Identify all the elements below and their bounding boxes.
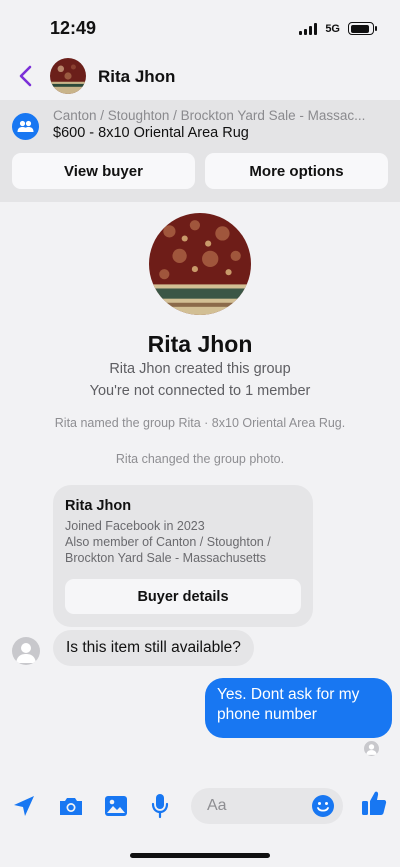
group-photo[interactable] [149,213,251,315]
message-input[interactable]: Aa [191,788,343,824]
chat-header: Rita Jhon [0,56,400,98]
network-label: 5G [325,22,340,35]
listing-banner: Canton / Stoughton / Brockton Yard Sale … [0,100,400,202]
gallery-button[interactable] [102,792,130,820]
camera-button[interactable] [57,792,85,820]
message-composer: Aa [0,786,400,826]
chat-title[interactable]: Rita Jhon [98,67,175,87]
message-input-placeholder: Aa [207,797,227,814]
system-message: Rita named the group Rita · 8x10 Orienta… [54,416,346,430]
system-message: Rita changed the group photo. [115,452,285,466]
signal-icon [299,22,318,35]
emoji-button[interactable] [311,794,335,818]
group-name: Rita Jhon [147,331,253,357]
send-location-button[interactable] [10,792,38,820]
read-receipt-avatar [364,741,379,756]
group-people-icon [12,113,39,140]
buyer-membership-group: Brockton Yard Sale - Massachusetts [65,551,267,565]
home-indicator[interactable] [130,853,270,858]
incoming-message[interactable]: Is this item still available? [53,630,254,666]
connection-status-text: You're not connected to 1 member [89,383,311,399]
listing-group-name: Canton / Stoughton / Brockton Yard Sale … [53,108,366,123]
group-created-text: Rita Jhon created this group [109,361,291,377]
location-arrow-icon [14,796,34,816]
group-avatar[interactable] [50,58,86,94]
status-time: 12:49 [50,18,97,38]
status-indicators: 5G [299,22,377,35]
thumbs-up-icon [362,791,387,815]
more-options-button[interactable]: More options [205,153,388,189]
outgoing-message[interactable]: Yes. Dont ask for my phone number [205,678,392,738]
voice-button[interactable] [146,792,174,820]
buyer-membership: Also member of Canton / Stoughton / [65,535,271,549]
buyer-details-button[interactable]: Buyer details [65,579,301,614]
like-button[interactable] [360,789,388,817]
chevron-left-icon [19,65,32,87]
microphone-icon [151,794,169,819]
battery-icon [348,22,377,35]
view-buyer-button[interactable]: View buyer [12,153,195,189]
back-button[interactable] [14,62,38,90]
status-bar: 12:49 5G [0,0,400,56]
photo-icon [105,796,127,816]
listing-title[interactable]: $600 - 8x10 Oriental Area Rug [53,125,249,141]
buyer-name: Rita Jhon [65,498,132,514]
default-avatar-icon [16,643,36,663]
sender-avatar[interactable] [12,637,40,665]
camera-icon [60,798,82,815]
buyer-joined: Joined Facebook in 2023 [65,519,205,533]
smiley-icon [312,795,334,817]
buyer-info-card: Rita Jhon Joined Facebook in 2023 Also m… [53,485,313,627]
